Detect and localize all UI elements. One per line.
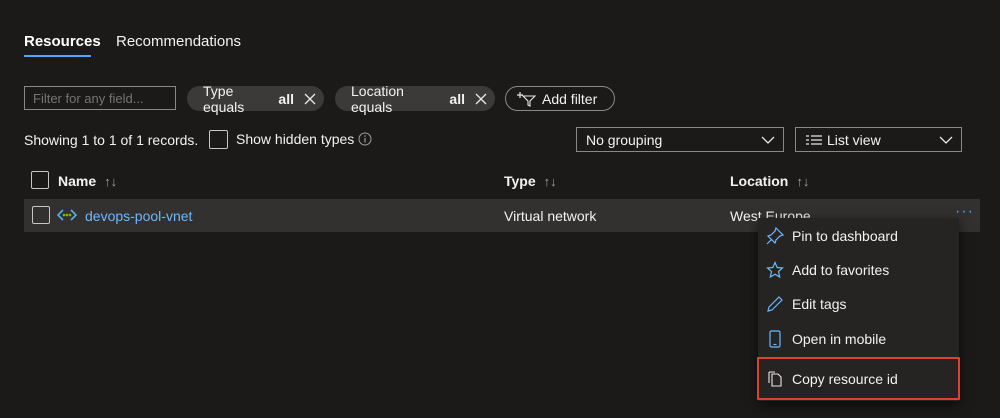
grouping-selected: No grouping xyxy=(586,131,663,148)
tab-active-indicator xyxy=(24,55,91,57)
close-icon[interactable] xyxy=(304,93,316,105)
star-icon xyxy=(766,261,786,279)
resource-name-link[interactable]: devops-pool-vnet xyxy=(85,208,192,224)
column-header-name-label: Name xyxy=(58,173,97,189)
column-header-location[interactable]: Location ↑↓ xyxy=(730,173,809,189)
sort-icon[interactable]: ↑↓ xyxy=(796,174,809,189)
column-header-type[interactable]: Type ↑↓ xyxy=(504,173,557,189)
tab-recommendations[interactable]: Recommendations xyxy=(116,33,241,50)
column-header-location-label: Location xyxy=(730,173,789,189)
type-filter-prefix: Type equals xyxy=(203,82,245,115)
menu-item-open-in-mobile[interactable]: Open in mobile xyxy=(758,322,959,356)
virtual-network-icon xyxy=(56,208,78,225)
chevron-down-icon xyxy=(761,133,775,149)
add-filter-icon xyxy=(516,91,536,107)
type-filter-value: all xyxy=(278,90,294,107)
records-count: Showing 1 to 1 of 1 records. xyxy=(24,132,199,148)
highlight-box xyxy=(757,357,960,400)
select-all-checkbox[interactable] xyxy=(31,171,49,189)
menu-item-add-to-favorites[interactable]: Add to favorites xyxy=(758,253,959,287)
location-filter-value: all xyxy=(449,90,465,107)
show-hidden-checkbox[interactable] xyxy=(209,130,228,149)
menu-item-pin-to-dashboard[interactable]: Pin to dashboard xyxy=(758,219,959,253)
column-header-type-label: Type xyxy=(504,173,536,189)
menu-item-edit-tags[interactable]: Edit tags xyxy=(758,287,959,321)
row-checkbox[interactable] xyxy=(32,206,50,224)
column-header-name[interactable]: Name ↑↓ xyxy=(58,173,117,189)
location-filter-prefix: Location equals xyxy=(351,82,404,115)
pin-icon xyxy=(766,227,786,245)
close-icon[interactable] xyxy=(475,93,487,105)
resource-type: Virtual network xyxy=(504,208,597,224)
menu-item-label: Edit tags xyxy=(792,296,847,312)
show-hidden-label: Show hidden types xyxy=(236,131,355,147)
location-filter-pill[interactable]: Location equals all xyxy=(335,83,495,115)
list-view-icon xyxy=(805,134,823,146)
pencil-icon xyxy=(766,295,786,313)
add-filter-button[interactable]: Add filter xyxy=(505,86,615,111)
type-filter-pill[interactable]: Type equals all xyxy=(187,83,324,115)
menu-item-label: Pin to dashboard xyxy=(792,228,898,244)
view-dropdown[interactable]: List view xyxy=(795,127,962,152)
grouping-dropdown[interactable]: No grouping xyxy=(576,127,784,152)
info-icon[interactable] xyxy=(358,132,372,149)
tab-resources[interactable]: Resources xyxy=(24,33,101,50)
sort-icon[interactable]: ↑↓ xyxy=(104,174,117,189)
chevron-down-icon xyxy=(939,133,953,149)
menu-item-label: Open in mobile xyxy=(792,331,887,347)
filter-input[interactable] xyxy=(24,86,176,110)
mobile-icon xyxy=(766,330,786,348)
add-filter-label: Add filter xyxy=(542,90,598,107)
menu-item-label: Add to favorites xyxy=(792,262,890,278)
sort-icon[interactable]: ↑↓ xyxy=(544,174,557,189)
view-selected: List view xyxy=(827,131,881,148)
